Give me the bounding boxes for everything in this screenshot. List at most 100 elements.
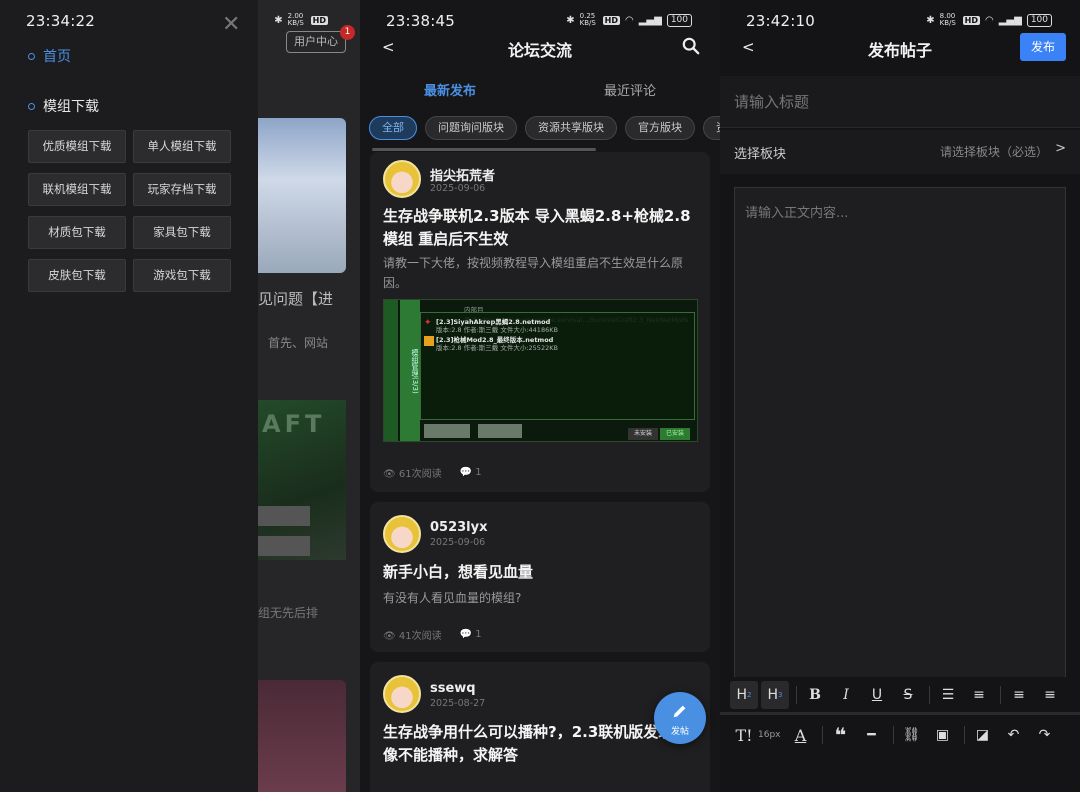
download-button[interactable]: 玩家存档下载 [133, 173, 231, 206]
nav-mods[interactable]: 模组下载 [28, 96, 99, 116]
font-size-value: 16px [758, 730, 781, 740]
download-button[interactable]: 家具包下载 [133, 216, 231, 249]
tab-latest[interactable]: 最新发布 [424, 80, 476, 99]
wifi-icon: ◠ [625, 14, 634, 26]
drawer-screen: 用户中心 1 见问题【进 首先、网站 AFT 组无先后排 23:34:22 23… [0, 0, 360, 792]
download-button[interactable]: 材质包下载 [28, 216, 126, 249]
top-bar: < 论坛交流 [360, 34, 720, 62]
signal-icon: ▂▄▆ [998, 14, 1022, 26]
toolbar-divider [796, 686, 797, 704]
views: 👁 41次阅读 [383, 631, 442, 642]
post-date: 2025-09-06 [430, 183, 486, 194]
chip-resources[interactable]: 资源共享版块 [525, 116, 617, 140]
image-tag: 模组管理(3/3) [400, 300, 420, 441]
views: 👁 61次阅读 [383, 469, 442, 480]
download-button[interactable]: 游戏包下载 [133, 259, 231, 292]
status-time: 23:38:45 [386, 12, 455, 30]
nav-mods-label: 模组下载 [43, 99, 99, 115]
status-icons: ✱ 0.25 KB/S HD ◠ ▂▄▆ 100 [566, 13, 692, 27]
text-size-icon[interactable]: T! [730, 721, 758, 749]
banner-text: AFT [262, 410, 326, 438]
background-bar [258, 506, 310, 526]
toolbar-divider [1000, 686, 1001, 704]
numbered-list-icon[interactable]: ≡ [965, 681, 993, 709]
underline-icon[interactable]: U [863, 681, 891, 709]
new-post-button[interactable]: 发帖 [654, 692, 706, 744]
new-post-screen: 23:42:10 ✱ 8.00 KB/S HD ◠ ▂▄▆ 100 < 发布帖子… [720, 0, 1080, 792]
download-button[interactable]: 单人模组下载 [133, 130, 231, 163]
toolbar-divider [929, 686, 930, 704]
side-drawer: 23:34:22 ✱ 2.00 KB/S HD ✕ 首页 模组下载 优质模组下载… [0, 0, 328, 792]
chip-more[interactable]: 资 [703, 116, 720, 140]
toolbar-divider [892, 726, 894, 744]
h2-icon[interactable]: H2 [730, 681, 758, 709]
chip-official[interactable]: 官方版块 [625, 116, 695, 140]
download-button[interactable]: 优质模组下载 [28, 130, 126, 163]
image-icon[interactable]: ▣ [929, 721, 957, 749]
strikethrough-icon[interactable]: S [894, 681, 922, 709]
h3-icon[interactable]: H3 [761, 681, 789, 709]
post-image[interactable]: 模组管理(3/3) 内部目录/Android/data/com.mobile.s… [383, 299, 698, 442]
avatar [383, 675, 421, 713]
bluetooth-icon: ✱ [274, 14, 283, 26]
text-color-icon[interactable]: A [787, 721, 815, 749]
background-image [258, 680, 346, 792]
toolbar-divider [821, 726, 823, 744]
italic-icon[interactable]: I [832, 681, 860, 709]
forum-screen: 23:38:45 ✱ 0.25 KB/S HD ◠ ▂▄▆ 100 < 论坛交流… [360, 0, 720, 792]
align-left-icon[interactable]: ≡ [1005, 681, 1033, 709]
page-title: 论坛交流 [507, 41, 572, 60]
image-button [424, 424, 470, 438]
align-center-icon[interactable]: ≡ [1036, 681, 1064, 709]
image-sidebar [384, 300, 398, 441]
post-body: 请教一下大佬，按视频教程导入模组重启不生效是什么原因。 [383, 256, 684, 290]
section-placeholder: 请选择板块（必选） [939, 145, 1048, 159]
post-stats: 👁 61次阅读 💬 1 [383, 465, 482, 480]
download-grid: 优质模组下载 单人模组下载 联机模组下载 玩家存档下载 材质包下载 家具包下载 … [28, 130, 232, 292]
post-title: 新手小白，想看见血量 [383, 563, 534, 581]
section-selector[interactable]: 选择板块 请选择板块（必选） > [720, 130, 1080, 174]
section-label: 选择板块 [734, 147, 787, 162]
comments: 💬 1 [459, 467, 482, 478]
download-button[interactable]: 联机模组下载 [28, 173, 126, 206]
bluetooth-icon: ✱ [566, 14, 575, 26]
chip-questions[interactable]: 问题询问版块 [425, 116, 517, 140]
chevron-right-icon: > [1055, 141, 1066, 156]
chip-all[interactable]: 全部 [369, 116, 417, 140]
close-icon[interactable]: ✕ [222, 12, 240, 37]
post-card[interactable]: 指尖拓荒者 2025-09-06 生存战争联机2.3版本 导入黑蝎2.8+枪械2… [370, 152, 710, 492]
nav-dot-icon [28, 52, 35, 60]
post-author: 0523lyx [430, 520, 488, 535]
undo-icon[interactable]: ↶ [1000, 721, 1028, 749]
new-post-label: 发帖 [670, 727, 689, 737]
background-bar [258, 536, 310, 556]
post-body: 有没有人看见血量的模组? [383, 591, 522, 605]
horizontal-rule-icon[interactable]: ━ [858, 721, 886, 749]
battery-icon: 100 [1026, 13, 1052, 27]
hd-icon: HD [310, 15, 328, 25]
tab-recent-comments[interactable]: 最近评论 [604, 80, 656, 99]
title-input[interactable]: 请输入标题 [720, 76, 1080, 128]
post-author: 指尖拓荒者 [430, 169, 496, 184]
gun-mod-icon [424, 336, 434, 346]
download-button[interactable]: 皮肤包下载 [28, 259, 126, 292]
image-installed-label: 已安装 [660, 428, 690, 440]
bullet-list-icon[interactable]: ☰ [934, 681, 962, 709]
hd-icon: HD [962, 15, 980, 25]
net-speed: 0.25 KB/S [579, 12, 596, 27]
quote-icon[interactable]: ❝ [827, 721, 855, 749]
hd-icon: HD [602, 15, 620, 25]
editor-toolbar: T! 16px A ❝ ━ ⛓ ▣ ◪ ↶ ↷ [720, 717, 1080, 753]
battery-icon: 100 [666, 13, 692, 27]
content-editor[interactable]: 请输入正文内容... [734, 187, 1066, 677]
redo-icon[interactable]: ↷ [1031, 721, 1059, 749]
wifi-icon: ◠ [985, 14, 994, 26]
search-icon[interactable] [682, 37, 700, 55]
bold-icon[interactable]: B [801, 681, 829, 709]
status-time: 23:34:22 [26, 12, 95, 30]
post-card[interactable]: 0523lyx 2025-09-06 新手小白，想看见血量 有没有人看见血量的模… [370, 502, 710, 652]
nav-home[interactable]: 首页 [28, 46, 71, 66]
eraser-icon[interactable]: ◪ [969, 721, 997, 749]
link-icon[interactable]: ⛓ [898, 721, 926, 749]
publish-button[interactable]: 发布 [1020, 33, 1066, 61]
